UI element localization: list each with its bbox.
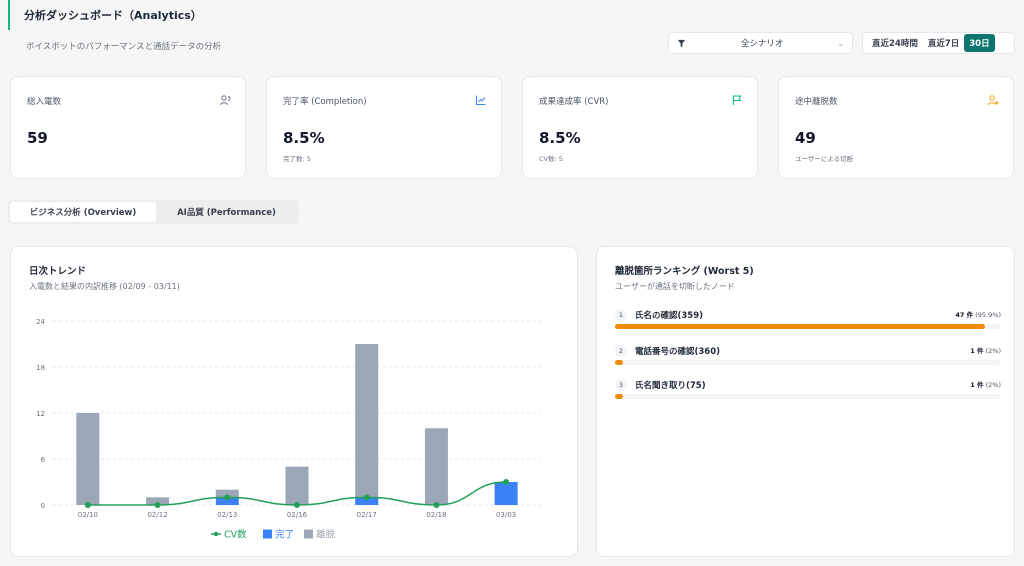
range-24h-button[interactable]: 直近24時間 — [867, 34, 923, 52]
rank-percent: (2%) — [985, 381, 1001, 389]
ranking-subtitle: ユーザーが通話を切断したノード — [615, 282, 735, 291]
rank-value: 1 件 (2%) — [970, 345, 1001, 355]
tab-overview[interactable]: ビジネス分析 (Overview) — [10, 202, 156, 222]
rank-value: 47 件 (95.9%) — [955, 309, 1001, 319]
y-tick-label: 12 — [36, 410, 45, 418]
x-tick-label: 02/12 — [147, 511, 167, 519]
ranking-item[interactable]: 2 電話番号の確認(360) 1 件 (2%) — [615, 345, 1001, 375]
view-tabs: ビジネス分析 (Overview) AI品質 (Performance) — [8, 200, 299, 224]
rank-label: 氏名の確認(359) — [635, 311, 704, 321]
kpi-card-total-calls: 総入電数 59 — [10, 76, 246, 179]
legend-label: 完了 — [275, 529, 294, 541]
kpi-subtext: CV数: 5 — [539, 155, 563, 163]
kpi-subtext: ユーザーによる切断 — [795, 155, 854, 163]
kpi-label: 総入電数 — [27, 97, 62, 107]
tab-performance[interactable]: AI品質 (Performance) — [156, 202, 297, 222]
cv-point — [224, 494, 231, 501]
cv-point — [294, 502, 300, 508]
page-subtitle: ボイスボットのパフォーマンスと通話データの分析 — [26, 42, 222, 52]
rank-progress-track — [615, 394, 1001, 399]
ranking-item[interactable]: 3 氏名聞き取り(75) 1 件 (2%) — [615, 379, 1001, 409]
users-icon — [220, 95, 231, 106]
x-tick-label: 03/03 — [496, 511, 516, 519]
x-tick-label: 02/13 — [217, 511, 237, 519]
kpi-label: 途中離脱数 — [795, 97, 838, 107]
kpi-card-dropoff: 途中離脱数 49 ユーザーによる切断 — [778, 76, 1014, 179]
rank-count: 1 件 — [970, 381, 984, 389]
rank-number: 1 — [615, 309, 627, 321]
legend-swatch-dropoff — [304, 529, 313, 539]
kpi-card-cvr: 成果達成率 (CVR) 8.5% CV数: 5 — [522, 76, 758, 179]
filter-icon — [677, 38, 687, 48]
bar-completed — [494, 482, 518, 505]
x-tick-label: 02/18 — [426, 511, 446, 519]
bar-dropoff — [285, 466, 309, 505]
legend-swatch-cv-dot — [213, 531, 219, 537]
bar-dropoff — [355, 344, 379, 498]
rank-number: 3 — [615, 379, 627, 391]
scenario-filter-select[interactable]: 全シナリオ ⌄ — [668, 32, 853, 54]
chevron-down-icon: ⌄ — [837, 38, 844, 48]
x-tick-label: 02/16 — [287, 511, 308, 519]
legend-label: CV数 — [224, 529, 247, 541]
rank-progress-track — [615, 360, 1001, 365]
rank-progress-fill — [615, 394, 623, 399]
page-header: 分析ダッシュボード（Analytics） — [8, 0, 202, 30]
rank-percent: (95.9%) — [975, 311, 1001, 319]
rank-value: 1 件 (2%) — [970, 379, 1001, 389]
legend-label: 離脱 — [316, 529, 336, 541]
daily-trend-card: 日次トレンド 入電数と結果の内訳推移 (02/09 - 03/11) 0 6 12 1… — [10, 246, 578, 557]
kpi-value: 49 — [795, 129, 816, 147]
bar-dropoff — [76, 413, 100, 505]
y-tick-label: 24 — [36, 318, 45, 326]
kpi-value: 8.5% — [539, 129, 581, 147]
rank-progress-fill — [615, 360, 623, 365]
dropoff-ranking-card: 離脱箇所ランキング (Worst 5) ユーザーが通話を切断したノード 1 氏名… — [596, 246, 1015, 557]
user-x-icon — [988, 95, 999, 106]
range-30d-button[interactable]: 30日 — [964, 34, 995, 52]
flag-icon — [732, 95, 742, 105]
ranking-title: 離脱箇所ランキング (Worst 5) — [615, 266, 754, 277]
rank-count: 47 件 — [955, 311, 974, 319]
rank-label: 電話番号の確認(360) — [635, 347, 721, 357]
kpi-card-completion: 完了率 (Completion) 8.5% 完了数: 5 — [266, 76, 502, 179]
cv-point — [154, 502, 161, 508]
rank-count: 1 件 — [970, 347, 984, 355]
y-tick-label: 0 — [41, 502, 45, 510]
date-range-toggle: 直近24時間 直近7日 30日 — [862, 32, 1015, 54]
cv-point — [84, 502, 91, 508]
y-tick-label: 18 — [36, 364, 45, 372]
daily-trend-chart: 0 6 12 18 24 02/10 02/12 02/13 02/16 02/17 02/18 03… — [36, 318, 541, 541]
bar-dropoff — [424, 428, 448, 505]
rank-progress-fill — [615, 324, 986, 329]
x-tick-label: 02/17 — [357, 511, 377, 519]
kpi-label: 成果達成率 (CVR) — [539, 97, 609, 107]
rank-progress-track — [615, 324, 1001, 329]
kpi-value: 8.5% — [283, 129, 325, 147]
x-tick-label: 02/10 — [78, 511, 98, 519]
scenario-filter-value: 全シナリオ — [740, 39, 784, 49]
rank-label: 氏名聞き取り(75) — [635, 381, 706, 391]
legend-swatch-completed — [263, 529, 272, 539]
chart-line-icon — [476, 95, 486, 105]
kpi-subtext: 完了数: 5 — [283, 155, 311, 163]
kpi-label: 完了率 (Completion) — [283, 97, 367, 107]
cv-point — [433, 502, 440, 508]
cv-point — [503, 479, 510, 485]
range-7d-button[interactable]: 直近7日 — [923, 34, 964, 52]
rank-percent: (2%) — [985, 347, 1001, 355]
ranking-item[interactable]: 1 氏名の確認(359) 47 件 (95.9%) — [615, 309, 1001, 339]
kpi-value: 59 — [27, 129, 48, 147]
rank-number: 2 — [615, 345, 627, 357]
y-tick-label: 6 — [41, 456, 46, 464]
cv-point — [363, 494, 370, 501]
page-title: 分析ダッシュボード（Analytics） — [24, 9, 202, 22]
